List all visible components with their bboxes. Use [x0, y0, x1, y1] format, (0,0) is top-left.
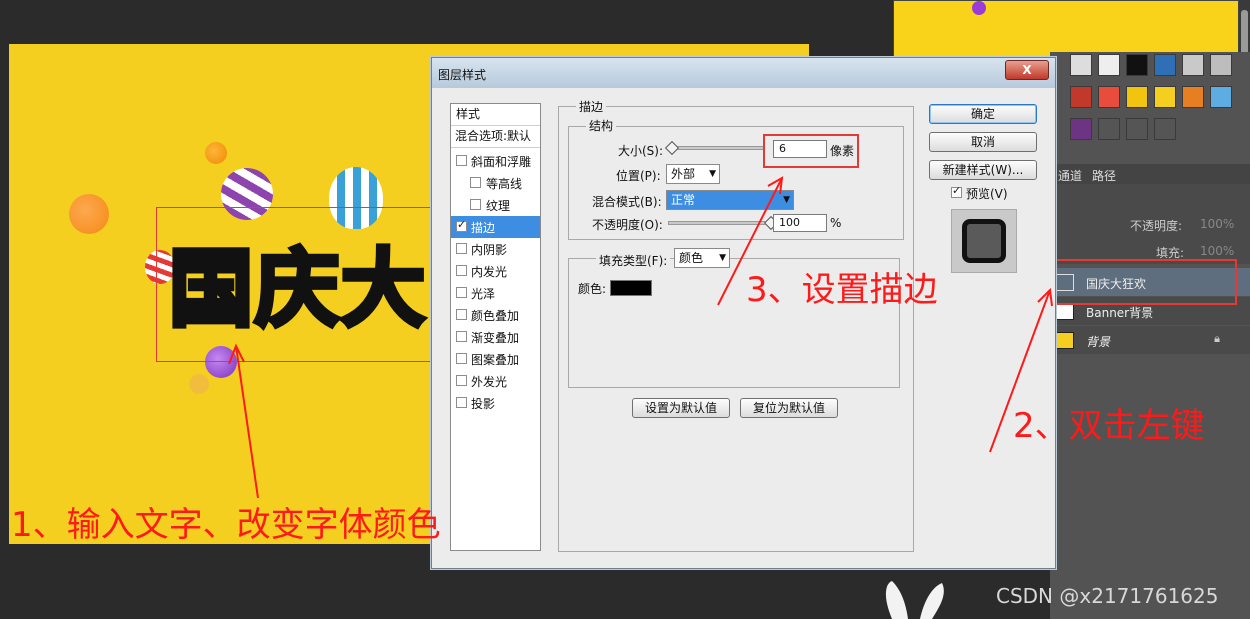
watermark: CSDN @x2171761625: [996, 584, 1219, 608]
annotation-step3: 3、设置描边: [746, 270, 938, 310]
arrow-1: [235, 345, 259, 499]
annotation-step1: 1、输入文字、改变字体颜色: [11, 505, 441, 545]
annotation-step2: 2、双击左键: [1013, 406, 1205, 446]
rabbit-ears-icon: [885, 581, 944, 619]
